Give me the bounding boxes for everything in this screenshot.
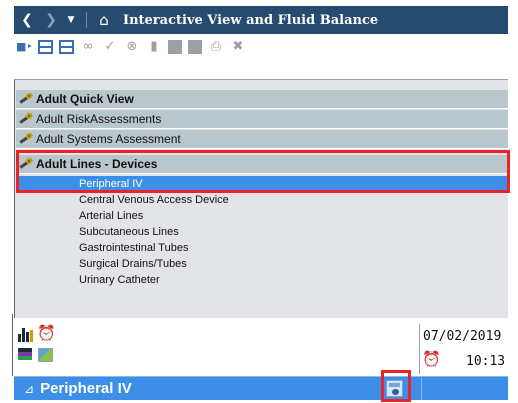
datetime-panel: 07/02/2019 ⏰ 10:13 [419, 324, 508, 374]
home-icon[interactable]: ⌂ [95, 11, 113, 29]
toolbar: ■‣ ∞ ✓ ⊗ ▮ ⎙ ✖ [16, 36, 246, 58]
folder-icon[interactable]: ▮ [146, 39, 162, 55]
highlight-box [16, 150, 510, 193]
trend-chart-icon[interactable] [38, 348, 53, 362]
bar-chart-icon[interactable] [18, 326, 33, 342]
highlight-box [381, 370, 411, 402]
list-item-arterial-lines[interactable]: Arterial Lines [16, 208, 508, 224]
page-title: Interactive View and Fluid Balance [123, 12, 379, 28]
forward-icon[interactable]: ❯ [40, 12, 62, 28]
section-label: Adult Systems Assessment [36, 132, 181, 146]
alarm-clock-icon[interactable]: ⏰ [37, 324, 56, 342]
list-item-central-venous[interactable]: Central Venous Access Device [16, 192, 508, 208]
section-title: Peripheral IV [40, 380, 132, 397]
document-icon[interactable] [168, 40, 182, 54]
panel-edge [12, 314, 13, 376]
title-separator [86, 12, 87, 28]
alarm-clock-icon: ⏰ [422, 350, 441, 368]
section-bar[interactable]: ⊿ Peripheral IV [14, 376, 508, 400]
insert-icon[interactable]: ■‣ [16, 39, 33, 55]
section-label: Adult RiskAssessments [36, 112, 162, 126]
cancel-icon[interactable]: ⊗ [124, 39, 140, 55]
printer-icon[interactable]: ⎙ [208, 39, 224, 55]
flag-icon[interactable] [18, 348, 32, 360]
list-item-urinary-catheter[interactable]: Urinary Catheter [16, 272, 508, 288]
check-icon[interactable]: ✓ [102, 39, 118, 55]
section-adult-systems-assessment[interactable]: Adult Systems Assessment [16, 130, 508, 149]
list-item-subcutaneous-lines[interactable]: Subcutaneous Lines [16, 224, 508, 240]
grid-add-icon[interactable] [59, 40, 74, 54]
title-bar: ❮ ❯ ▼ ⌂ Interactive View and Fluid Balan… [14, 6, 508, 34]
glasses-icon[interactable]: ∞ [80, 39, 96, 55]
caret-down-icon[interactable]: ▼ [62, 15, 80, 25]
list-item-gastrointestinal-tubes[interactable]: Gastrointestinal Tubes [16, 240, 508, 256]
date-label[interactable]: 07/02/2019 [423, 329, 501, 344]
close-icon[interactable]: ✖ [230, 39, 246, 55]
section-label: Adult Quick View [36, 92, 134, 106]
navigator-panel: Adult Quick View Adult RiskAssessments A… [14, 79, 508, 318]
back-icon[interactable]: ❮ [14, 12, 40, 28]
wrench-icon [18, 112, 35, 126]
time-label[interactable]: 10:13 [466, 354, 505, 369]
triangle-icon[interactable]: ⊿ [24, 382, 34, 396]
wrench-icon [18, 132, 35, 146]
section-adult-risk-assessments[interactable]: Adult RiskAssessments [16, 110, 508, 129]
wrench-icon [18, 92, 35, 106]
list-item-surgical-drains[interactable]: Surgical Drains/Tubes [16, 256, 508, 272]
row-icon[interactable] [38, 40, 53, 54]
table-icon[interactable] [188, 40, 202, 54]
section-bar-right [421, 377, 508, 400]
section-adult-quick-view[interactable]: Adult Quick View [16, 90, 508, 109]
